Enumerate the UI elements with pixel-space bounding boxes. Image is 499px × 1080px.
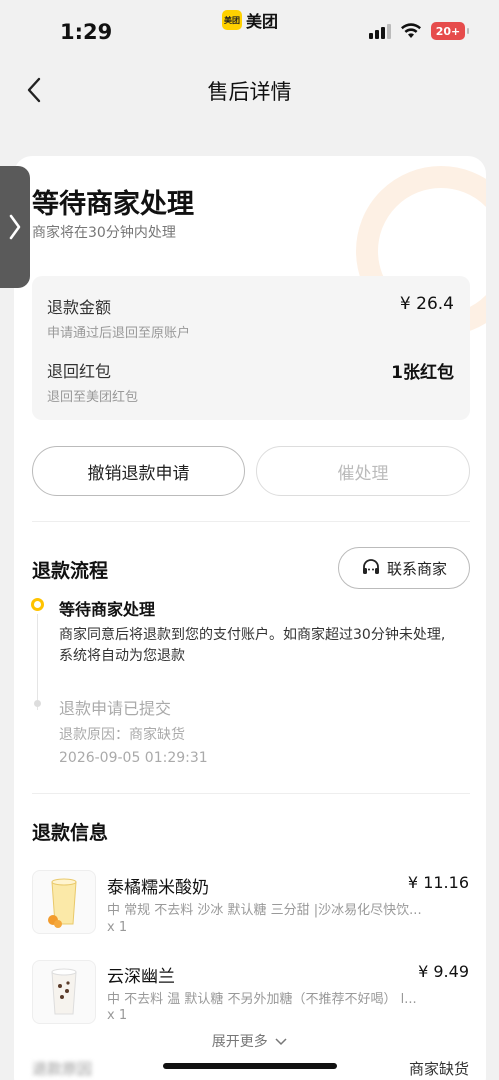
timeline-dot [34,700,41,707]
section-divider [32,521,470,522]
expand-more-button[interactable]: 展开更多 [0,1031,499,1051]
refund-coupon-label: 退回红包 [47,362,112,381]
timeline-line [37,614,38,710]
refund-summary-box: 退款金额 ¥ 26.4 申请通过后退回至原账户 退回红包 1张红包 退回至美团红… [32,276,470,420]
app-badge: 美团 美团 [222,8,278,32]
refund-reason-value: 商家缺货 [408,1060,469,1078]
timeline-step-reason: 退款原因：商家缺货 [59,727,185,743]
product-price: ¥ 11.16 [407,873,469,892]
status-bar: 1:29 美团 美团 20+ [0,0,499,64]
battery-icon: 20+ [431,22,469,40]
wifi-icon [401,23,421,38]
expand-more-label: 展开更多 [211,1034,268,1050]
page-title: 售后详情 [207,80,292,104]
app-name: 美团 [246,12,279,31]
product-image[interactable] [32,960,96,1024]
timeline-step-title: 退款申请已提交 [59,699,172,718]
refund-amount-value: ¥ 26.4 [399,294,454,314]
cellular-signal-icon [369,23,391,39]
contact-merchant-button[interactable]: 联系商家 [338,547,470,589]
product-quantity: x 1 [107,1008,128,1023]
product-name: 云深幽兰 [107,967,175,987]
refund-reason-label: 退款原因 [32,1060,93,1078]
timeline-step-title: 等待商家处理 [59,600,156,619]
refund-status-subtitle: 商家将在30分钟内处理 [32,225,176,241]
timeline-active-dot [31,598,44,611]
refund-amount-label: 退款金额 [47,298,112,317]
product-spec: 中 不去料 温 默认糖 不另外加糖（不推荐不好喝） l... [107,992,417,1007]
refund-status-title: 等待商家处理 [32,189,194,220]
timeline-step-time: 2026-09-05 01:29:31 [59,750,208,766]
refund-amount-note: 申请通过后退回至原账户 [47,326,191,341]
urge-process-button[interactable]: 催处理 [256,446,470,496]
refund-info-title: 退款信息 [32,822,109,844]
cancel-refund-button[interactable]: 撤销退款申请 [32,446,245,496]
section-divider [32,793,470,794]
product-quantity: x 1 [107,920,128,935]
status-icons: 20+ [369,22,469,40]
product-image[interactable] [32,870,96,934]
contact-merchant-label: 联系商家 [386,559,447,578]
product-name: 泰橘糯米酸奶 [107,878,209,898]
timeline-step-desc: 商家同意后将退款到您的支付账户。如商家超过30分钟未处理,系统将自动为您退款 [59,627,446,664]
meituan-logo-icon: 美团 [222,10,242,30]
drink-cup-icon [48,878,77,928]
refund-coupon-note: 退回至美团红包 [47,390,139,405]
chevron-right-icon [9,214,21,240]
refund-process-title: 退款流程 [32,560,109,582]
home-indicator[interactable] [163,1063,337,1069]
drink-cup-icon [51,968,77,1015]
nav-bar: 售后详情 [0,64,499,116]
status-time: 1:29 [60,20,113,44]
side-expand-tab[interactable] [0,166,30,288]
product-price: ¥ 9.49 [418,962,469,981]
refund-coupon-value: 1张红包 [391,363,454,383]
product-spec: 中 常规 不去料 沙冰 默认糖 三分甜 |沙冰易化尽快饮... [107,903,422,918]
headset-icon [362,559,379,574]
chevron-down-icon [275,1038,287,1046]
